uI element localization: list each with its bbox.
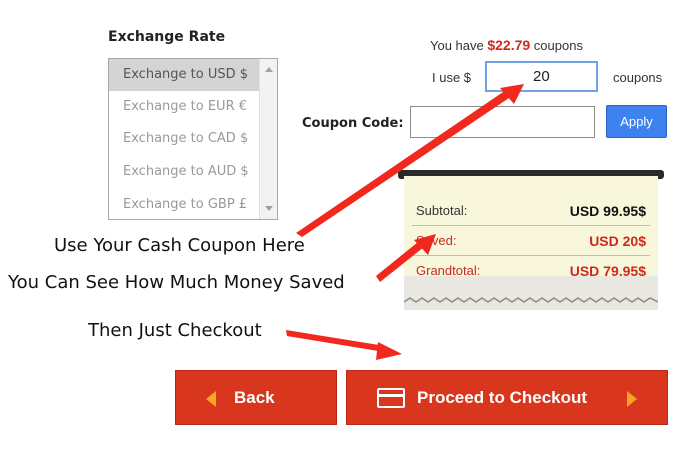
- coupon-balance-text: You have $22.79 coupons: [430, 37, 583, 53]
- back-arrow-icon: [206, 391, 216, 407]
- annotation-use-coupon: Use Your Cash Coupon Here: [54, 235, 305, 256]
- coupon-code-label: Coupon Code:: [302, 116, 404, 131]
- arrow-to-checkout-button-icon: [286, 330, 402, 360]
- subtotal-row: Subtotal: USD 99.95$: [412, 196, 650, 226]
- coupon-balance-prefix: You have: [430, 38, 488, 53]
- saved-label: Saved:: [416, 233, 457, 248]
- coupons-unit-label: coupons: [613, 70, 663, 85]
- exchange-option-eur[interactable]: Exchange to EUR €: [109, 91, 259, 123]
- subtotal-value: USD 99.95$: [569, 203, 646, 219]
- scroll-up-icon[interactable]: [265, 67, 273, 72]
- credit-card-icon: [377, 388, 405, 408]
- back-button-label: Back: [234, 388, 275, 407]
- coupon-use-label: I use $: [432, 70, 472, 85]
- saved-value: USD 20$: [589, 233, 646, 249]
- exchange-option-cad[interactable]: Exchange to CAD $: [109, 123, 259, 155]
- checkout-button-label: Proceed to Checkout: [417, 388, 588, 407]
- exchange-option-gbp[interactable]: Exchange to GBP £: [109, 189, 259, 221]
- coupon-code-input[interactable]: [410, 106, 595, 138]
- forward-arrow-icon: [627, 391, 637, 407]
- proceed-to-checkout-button[interactable]: Proceed to Checkout: [346, 370, 668, 425]
- coupon-balance-amount: $22.79: [487, 37, 531, 53]
- annotation-checkout: Then Just Checkout: [88, 320, 262, 341]
- saved-row: Saved: USD 20$: [412, 226, 650, 256]
- order-summary-receipt: Subtotal: USD 99.95$ Saved: USD 20$ Gran…: [398, 170, 664, 310]
- exchange-rate-list[interactable]: Exchange to USD $ Exchange to EUR € Exch…: [108, 58, 278, 220]
- receipt-zigzag-icon: [404, 297, 658, 303]
- exchange-option-aud[interactable]: Exchange to AUD $: [109, 156, 259, 188]
- scroll-down-icon[interactable]: [265, 206, 273, 211]
- exchange-rate-title: Exchange Rate: [108, 29, 226, 45]
- exchange-option-usd[interactable]: Exchange to USD $: [109, 59, 259, 91]
- back-button[interactable]: Back: [175, 370, 337, 425]
- exchange-list-scrollbar[interactable]: [259, 59, 277, 219]
- coupon-balance-suffix: coupons: [530, 38, 583, 53]
- coupon-amount-input[interactable]: [485, 61, 598, 92]
- subtotal-label: Subtotal:: [416, 203, 468, 218]
- receipt-paper: Subtotal: USD 99.95$ Saved: USD 20$ Gran…: [404, 176, 658, 310]
- apply-button[interactable]: Apply: [606, 105, 667, 138]
- receipt-torn-edge: [404, 276, 658, 310]
- annotation-money-saved: You Can See How Much Money Saved: [8, 272, 345, 293]
